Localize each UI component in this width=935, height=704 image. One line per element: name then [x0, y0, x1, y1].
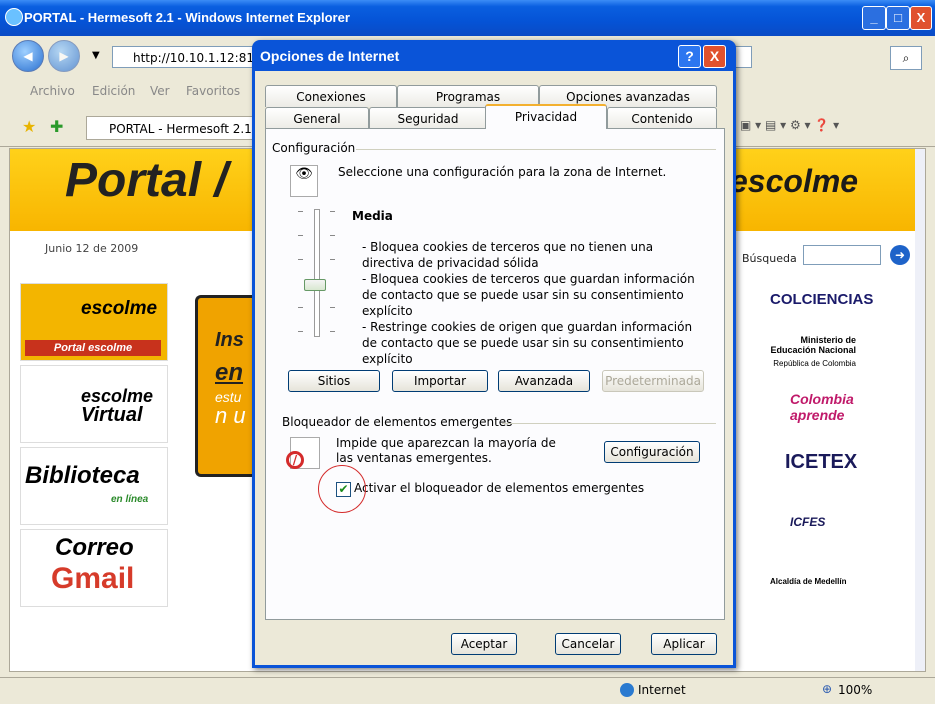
back-button[interactable]: ◀ [12, 40, 44, 72]
banner-line1: Ins [215, 329, 244, 351]
minimize-button[interactable]: _ [862, 6, 886, 30]
forward-button[interactable]: ▶ [48, 40, 80, 72]
importar-button[interactable]: Importar [392, 370, 488, 392]
cancelar-button[interactable]: Cancelar [555, 633, 621, 655]
aplicar-button[interactable]: Aplicar [651, 633, 717, 655]
privacy-slider-track[interactable] [314, 209, 320, 337]
avanzada-button[interactable]: Avanzada [498, 370, 590, 392]
config-description: Seleccione una configuración para la zon… [338, 165, 667, 179]
menu-edicion[interactable]: Edición [92, 84, 135, 98]
ie-title-bar: PORTAL - Hermesoft 2.1 - Windows Interne… [0, 0, 935, 36]
highlight-circle [318, 465, 366, 513]
popup-description: Impide que aparezcan la mayoría de las v… [336, 436, 556, 465]
aceptar-button[interactable]: Aceptar [451, 633, 517, 655]
privacy-bullets: - Bloquea cookies de terceros que no tie… [362, 239, 708, 367]
privacy-slider-thumb[interactable] [304, 279, 326, 291]
search-input[interactable] [803, 245, 881, 265]
blocked-icon: / [286, 451, 304, 469]
favorites-star-icon[interactable]: ★ [22, 117, 36, 136]
biblioteca-word: Biblioteca [25, 462, 140, 489]
page-scrollbar[interactable] [915, 149, 925, 671]
sitios-button[interactable]: Sitios [288, 370, 380, 392]
colombia-aprende-logo[interactable]: Colombia aprende [790, 391, 890, 423]
dialog-close-button[interactable]: X [703, 45, 726, 68]
close-button[interactable]: X [910, 6, 932, 30]
escolme-word: escolme [81, 298, 158, 319]
privacy-document-icon: 👁 [290, 165, 318, 197]
ie-logo-icon [5, 8, 23, 26]
tab-seguridad[interactable]: Seguridad [369, 107, 487, 129]
history-dropdown-icon[interactable]: ▼ [92, 50, 100, 61]
popup-config-button[interactable]: Configuración [604, 441, 700, 463]
search-icon[interactable]: ⌕ [890, 46, 922, 70]
slider-tick [330, 331, 335, 332]
portal-escolme-label: Portal escolme [25, 340, 161, 356]
menu-favoritos[interactable]: Favoritos [186, 84, 240, 98]
slider-tick [298, 211, 303, 212]
bullet-3: - Restringe cookies de origen que guarda… [362, 320, 693, 366]
slider-tick [330, 259, 335, 260]
gmail-logo: Gmail [51, 562, 135, 595]
banner-line4: n u [215, 403, 246, 428]
portal-escolme-link[interactable]: escolme Portal escolme [20, 283, 168, 361]
globe-icon [620, 683, 634, 697]
menu-archivo[interactable]: Archivo [30, 84, 75, 98]
search-go-icon[interactable]: ➜ [890, 245, 910, 265]
menu-ver[interactable]: Ver [150, 84, 170, 98]
icetex-logo[interactable]: ICETEX [785, 451, 857, 474]
internet-options-dialog: Opciones de Internet ? X Conexiones Prog… [252, 40, 736, 668]
tab-general[interactable]: General [265, 107, 369, 129]
command-bar-icons[interactable]: ▣ ▾ ▤ ▾ ⚙ ▾ ❓ ▾ [740, 118, 839, 132]
dialog-title: Opciones de Internet [260, 48, 400, 64]
escolme-logo: escolme [730, 163, 859, 199]
tab-conexiones[interactable]: Conexiones [265, 85, 397, 107]
alcaldia-logo[interactable]: Alcaldía de Medellín [770, 577, 846, 586]
zoom-icon: ⊕ [822, 682, 833, 696]
slider-tick [298, 331, 303, 332]
republica-text: República de Colombia [773, 359, 856, 368]
tab-contenido[interactable]: Contenido [607, 107, 717, 129]
popup-divider [502, 423, 716, 424]
slider-tick [330, 211, 335, 212]
tab-privacidad[interactable]: Privacidad [485, 104, 607, 129]
colciencias-logo[interactable]: COLCIENCIAS [770, 291, 873, 308]
slider-tick [330, 235, 335, 236]
slider-tick [298, 259, 303, 260]
slider-tick [298, 235, 303, 236]
icfes-logo[interactable]: ICFES [790, 515, 825, 529]
correo-word: Correo [55, 534, 134, 561]
config-divider [356, 149, 716, 150]
slider-tick [330, 307, 335, 308]
portal-heading: Portal / [65, 154, 228, 207]
search-label: Búsqueda [742, 252, 797, 265]
slider-tick [298, 307, 303, 308]
bullet-1: - Bloquea cookies de terceros que no tie… [362, 240, 654, 270]
ministerio-logo[interactable]: Ministerio de Educación Nacional [770, 335, 856, 355]
bullet-2: - Bloquea cookies de terceros que guarda… [362, 272, 695, 318]
biblioteca-link[interactable]: Biblioteca en línea [20, 447, 168, 525]
date-text: Junio 12 de 2009 [45, 242, 139, 255]
popup-group-title: Bloqueador de elementos emergentes [282, 415, 513, 429]
banner-line2: en [215, 359, 244, 386]
zone-text: Internet [638, 683, 686, 697]
add-favorite-icon[interactable]: ✚ [50, 117, 63, 136]
privacy-panel: Configuración 👁 Seleccione una configura… [265, 128, 725, 620]
en-linea-word: en línea [111, 494, 149, 505]
virtual-word: Virtual [81, 404, 143, 426]
status-bar: Internet ⊕ 100% [0, 677, 935, 704]
zoom-level[interactable]: 100% [838, 683, 872, 697]
help-button[interactable]: ? [678, 45, 701, 68]
escolme-virtual-link[interactable]: escolme Virtual [20, 365, 168, 443]
predeterminada-button[interactable]: Predeterminada [602, 370, 704, 392]
privacy-level: Media [352, 209, 393, 223]
maximize-button[interactable]: □ [886, 6, 910, 30]
dialog-body: Conexiones Programas Opciones avanzadas … [255, 71, 733, 665]
window-title: PORTAL - Hermesoft 2.1 - Windows Interne… [24, 10, 350, 25]
popup-checkbox-label[interactable]: Activar el bloqueador de elementos emerg… [354, 481, 644, 495]
config-group-title: Configuración [272, 141, 356, 155]
correo-gmail-link[interactable]: Correo Gmail [20, 529, 168, 607]
browser-tab[interactable]: PORTAL - Hermesoft 2.1 [86, 116, 256, 140]
